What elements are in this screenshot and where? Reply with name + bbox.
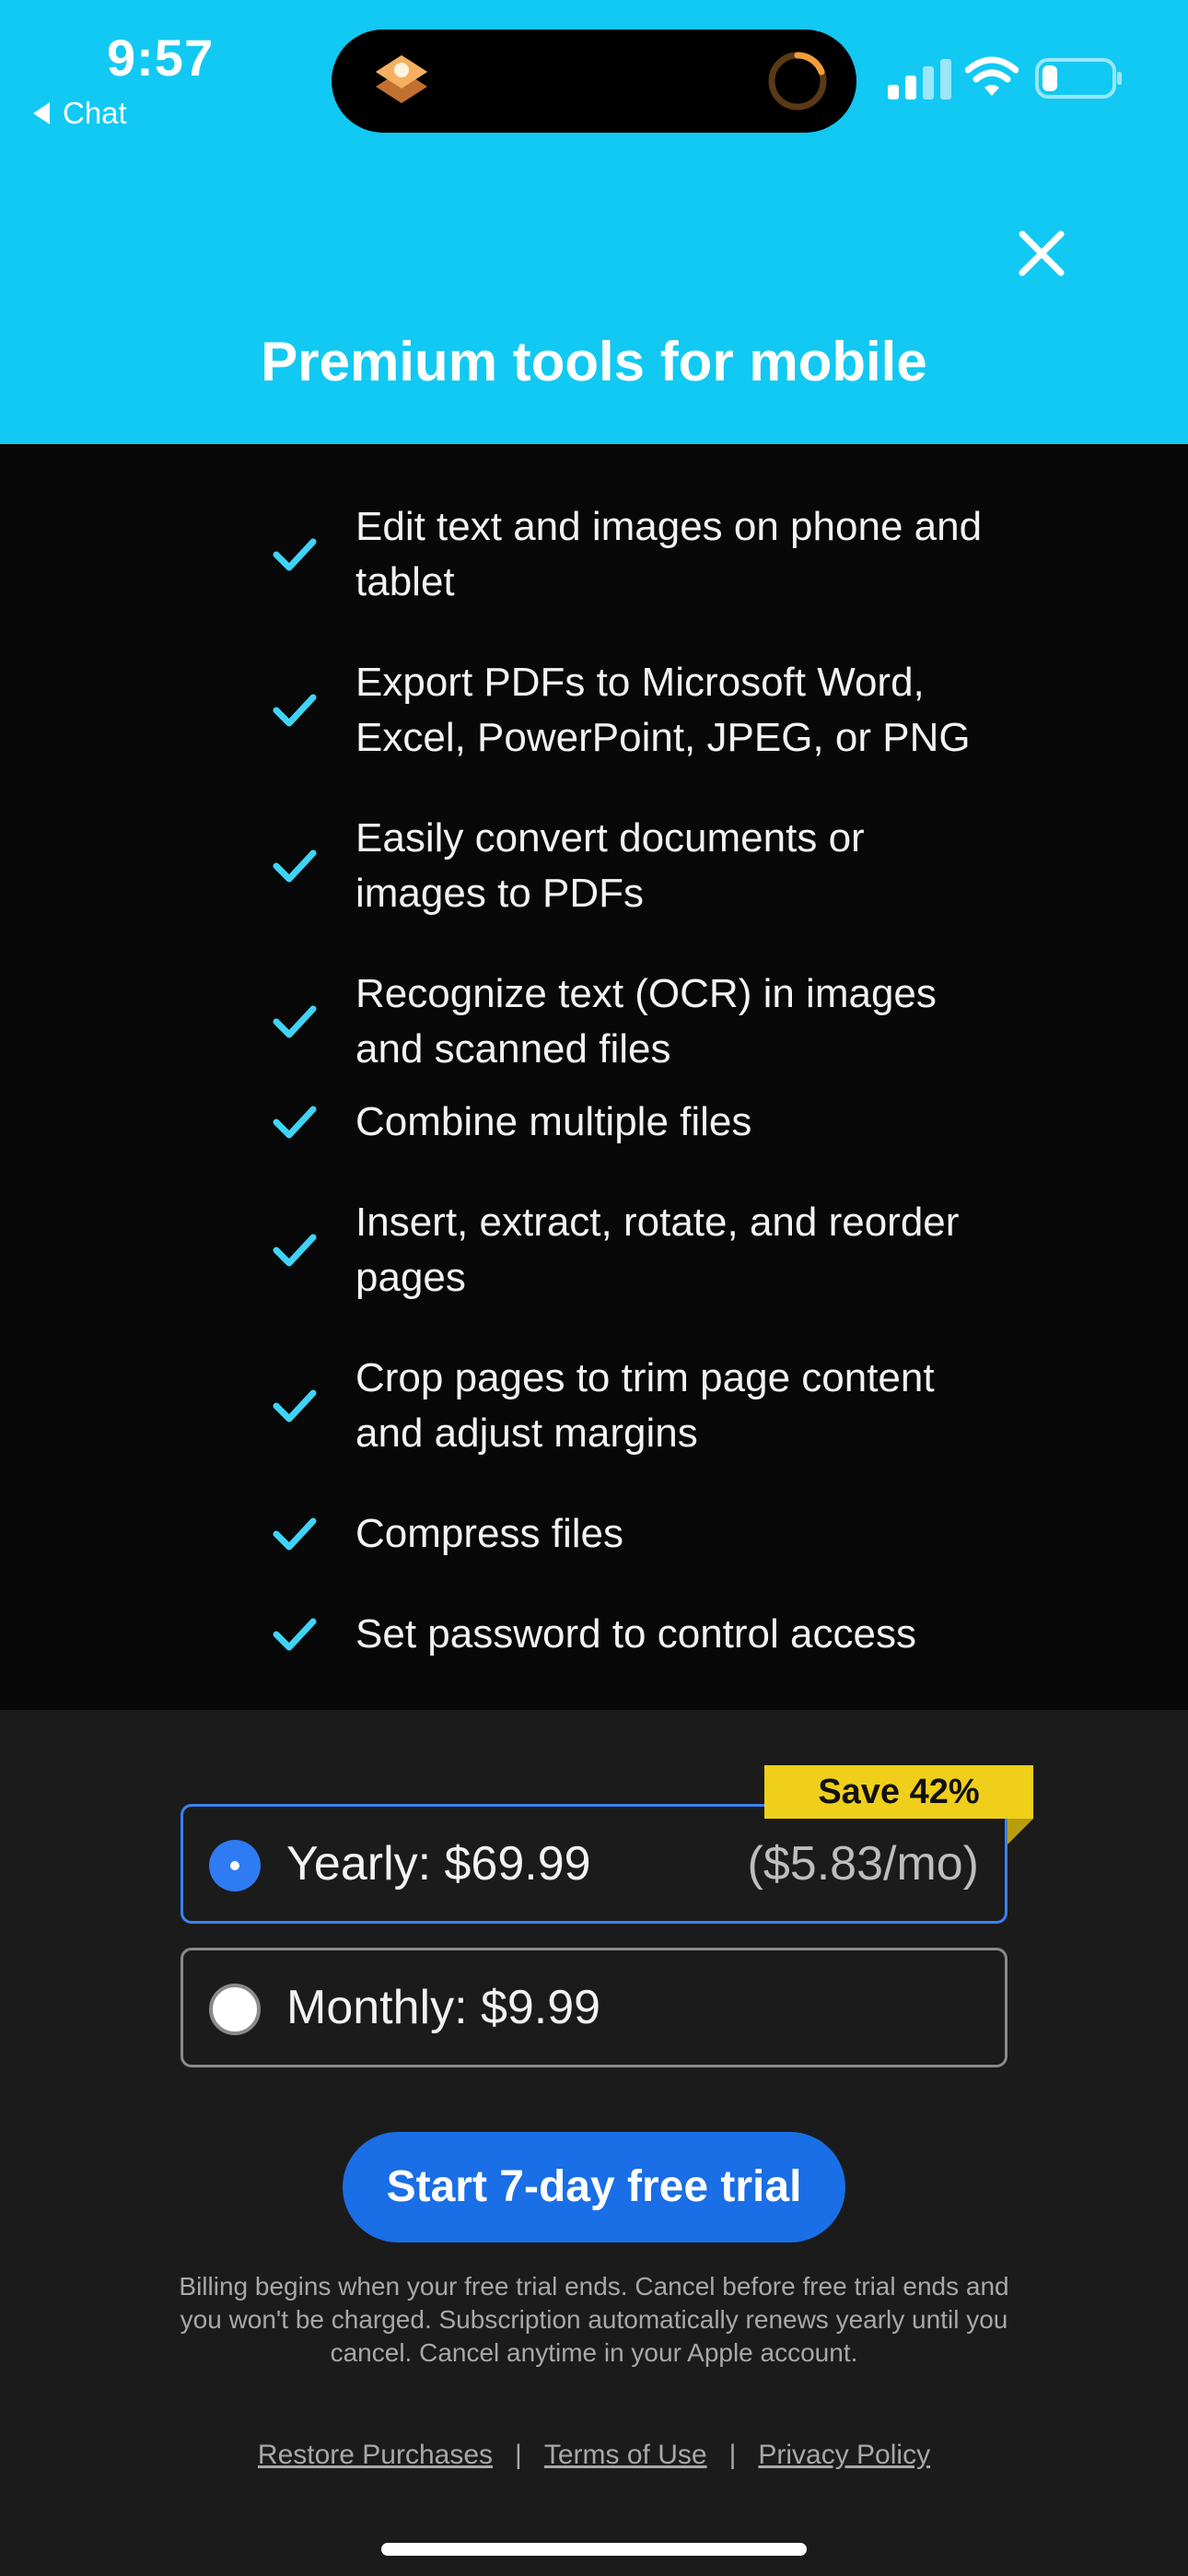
badge-fold-decoration [1007,1819,1033,1844]
radio-selected-icon[interactable] [209,1840,261,1891]
feature-text: Recognize text (OCR) in images and scann… [355,971,937,1071]
checkmark-icon [273,538,317,571]
back-arrow-icon [33,102,50,124]
feature-text: Set password to control access [355,1611,916,1657]
feature-text: Export PDFs to Microsoft Word, Excel, Po… [355,660,971,760]
feature-item: Insert, extract, rotate, and reorder pag… [273,1195,991,1306]
page-title: Premium tools for mobile [261,331,927,392]
home-indicator[interactable] [381,2543,807,2556]
billing-disclaimer: Billing begins when your free trial ends… [179,2272,1009,2367]
header: 9:57 Chat Premium tools for mobile [0,0,1188,444]
progress-ring-icon [768,52,827,111]
checkmark-icon [273,1234,317,1267]
plan-monthly-option[interactable]: Monthly: $9.99 [181,1948,1007,2067]
feature-item: Easily convert documents or images to PD… [273,811,991,921]
app-icon [376,55,427,103]
feature-text: Crop pages to trim page content and adju… [355,1355,935,1456]
checkmark-icon [273,1005,317,1038]
paywall-screen: 9:57 Chat Premium tools for mobile Edit … [0,0,1188,2576]
checkmark-icon [273,1389,317,1423]
feature-item: Edit text and images on phone and tablet [273,499,991,610]
feature-text: Easily convert documents or images to PD… [355,815,865,916]
feature-item: Recognize text (OCR) in images and scann… [273,966,991,1077]
plan-selector: Yearly: $69.99 ($5.83/mo) Save 42% Month… [0,1710,1188,2576]
checkmark-icon [273,1618,317,1651]
plan-yearly-monthly-price: ($5.83/mo) [747,1837,979,1891]
save-badge: Save 42% [764,1765,1033,1819]
feature-text: Compress files [355,1511,623,1556]
footer-separator: | [515,2440,522,2470]
plan-monthly-label: Monthly: $9.99 [286,1981,601,2034]
plan-yearly-option[interactable]: Yearly: $69.99 ($5.83/mo) [181,1804,1007,1924]
feature-text: Combine multiple files [355,1099,752,1144]
back-to-chat-link[interactable]: Chat [33,96,127,131]
terms-of-use-link[interactable]: Terms of Use [544,2440,707,2471]
feature-item: Crop pages to trim page content and adju… [273,1351,991,1461]
feature-list: Edit text and images on phone and tablet… [0,444,1188,1710]
plan-yearly-label: Yearly: $69.99 [286,1837,591,1891]
radio-unselected-icon[interactable] [209,1984,261,2035]
restore-purchases-link[interactable]: Restore Purchases [258,2440,493,2471]
privacy-policy-link[interactable]: Privacy Policy [758,2440,930,2471]
footer-links: Restore Purchases | Terms of Use | Priva… [0,2440,1188,2471]
wifi-icon [965,56,1019,96]
feature-item: Export PDFs to Microsoft Word, Excel, Po… [273,655,991,766]
checkmark-icon [273,849,317,883]
close-icon[interactable] [1013,225,1070,282]
battery-icon [1035,58,1122,99]
dynamic-island [332,29,856,133]
feature-item: Combine multiple files [273,1095,991,1150]
feature-text: Insert, extract, rotate, and reorder pag… [355,1200,960,1300]
start-trial-button[interactable]: Start 7-day free trial [343,2132,845,2242]
checkmark-icon [273,1106,317,1139]
feature-text: Edit text and images on phone and tablet [355,504,983,604]
checkmark-icon [273,694,317,727]
back-label: Chat [63,96,127,130]
footer-separator: | [728,2440,737,2470]
signal-icon [888,59,951,100]
checkmark-icon [273,1517,317,1551]
feature-item: Set password to control access [273,1607,991,1662]
feature-item: Compress files [273,1506,991,1562]
status-time: 9:57 [107,29,215,87]
